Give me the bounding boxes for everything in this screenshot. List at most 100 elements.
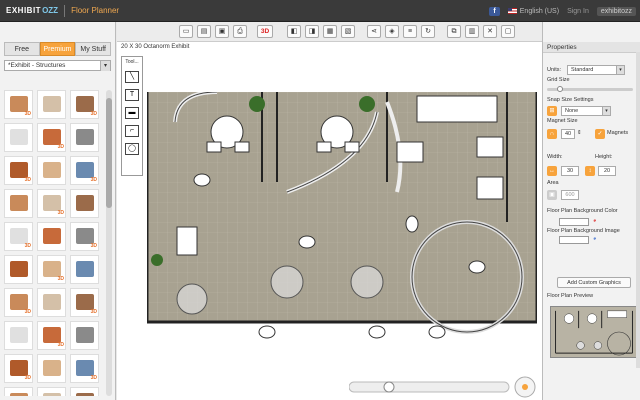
open-file-icon[interactable]: ▤ <box>197 25 211 38</box>
send-back-icon[interactable]: ◨ <box>305 25 319 38</box>
library-item-thumbnail[interactable]: 3D <box>37 255 66 284</box>
magnets-toggle[interactable]: ✓ <box>595 129 605 139</box>
library-item-thumbnail[interactable] <box>70 255 99 284</box>
library-item-thumbnail[interactable] <box>70 189 99 218</box>
library-item-thumbnail[interactable] <box>37 90 66 119</box>
library-item-thumbnail[interactable]: 3D <box>4 354 33 383</box>
library-item-thumbnail[interactable] <box>37 288 66 317</box>
library-item-thumbnail[interactable]: 3D <box>4 288 33 317</box>
grid-size-knob[interactable] <box>557 86 563 92</box>
floor-plan[interactable] <box>147 92 537 342</box>
library-item-thumbnail[interactable] <box>70 123 99 152</box>
circle-tool-icon[interactable]: ◯ <box>125 143 139 155</box>
library-item-thumbnail[interactable] <box>4 189 33 218</box>
library-item-thumbnail[interactable]: 3D <box>70 288 99 317</box>
new-file-icon[interactable]: ▭ <box>179 25 193 38</box>
brand-logo[interactable]: EXHIBIT OZZ Floor Planner <box>0 0 119 22</box>
delete-icon[interactable]: ✕ <box>483 25 497 38</box>
library-item-thumbnail[interactable]: 3D <box>70 156 99 185</box>
library-item-thumbnail[interactable] <box>37 222 66 251</box>
library-item-thumbnail[interactable]: 3D <box>4 90 33 119</box>
main-toolbar: ▭ ▤ ▣ ⎙ 3D ◧ ◨ ▦ ▧ ⋖ ◈ ≡ ↻ ⧉ ▥ ✕ ▢ <box>117 22 542 42</box>
bring-front-icon[interactable]: ◧ <box>287 25 301 38</box>
magnet-icon[interactable]: ∩ <box>547 129 557 139</box>
library-item-thumbnail[interactable] <box>4 255 33 284</box>
library-item-thumbnail[interactable]: 3D <box>4 222 33 251</box>
item-preview-shape <box>10 162 28 178</box>
image-picker-icon[interactable]: ◕ <box>593 236 596 242</box>
layers-icon[interactable]: ◈ <box>385 25 399 38</box>
tab-premium[interactable]: Premium <box>39 42 76 56</box>
library-scroll-thumb[interactable] <box>106 98 112 208</box>
item-preview-shape <box>43 327 61 343</box>
lock-icon[interactable]: ▢ <box>501 25 515 38</box>
library-item-thumbnail[interactable] <box>37 354 66 383</box>
snap-dropdown[interactable]: None ▾ <box>561 106 611 116</box>
app-name: Floor Planner <box>71 6 120 15</box>
magnet-stepper-icon[interactable]: ⇕ <box>577 130 582 136</box>
print-icon[interactable]: ⎙ <box>233 25 247 38</box>
bg-image-field[interactable] <box>559 236 589 244</box>
library-item-thumbnail[interactable] <box>70 387 99 396</box>
facebook-button[interactable]: f <box>489 6 500 16</box>
add-custom-graphics-button[interactable]: Add Custom Graphics <box>557 277 631 288</box>
library-item-thumbnail[interactable] <box>4 321 33 350</box>
3d-badge: 3D <box>90 111 97 117</box>
library-item-thumbnail[interactable]: 3D <box>37 387 66 396</box>
snap-value: None <box>565 108 579 114</box>
tab-my-stuff[interactable]: My Stuff <box>75 42 112 56</box>
properties-heading: Properties <box>543 42 640 53</box>
magnet-size-label: Magnet Size <box>547 118 578 124</box>
room-tool-icon[interactable]: ⌐ <box>125 125 139 137</box>
height-input[interactable]: 20 <box>598 166 616 176</box>
floor-plan-preview[interactable] <box>550 306 638 358</box>
ungroup-icon[interactable]: ▧ <box>341 25 355 38</box>
copy-icon[interactable]: ⧉ <box>447 25 461 38</box>
3d-badge: 3D <box>24 111 31 117</box>
library-item-thumbnail[interactable]: 3D <box>37 123 66 152</box>
library-scrollbar[interactable] <box>106 90 112 396</box>
library-item-thumbnail[interactable]: 3D <box>4 156 33 185</box>
3d-view-button[interactable]: 3D <box>257 25 273 38</box>
sign-in-link[interactable]: Sign In <box>567 8 589 15</box>
share-icon[interactable]: ⋖ <box>367 25 381 38</box>
tab-free[interactable]: Free <box>4 42 40 56</box>
properties-scrollbar[interactable] <box>636 52 640 368</box>
snap-toggle-icon[interactable]: ⊞ <box>547 106 557 116</box>
design-canvas[interactable]: 20 X 30 Octanorm Exhibit Tool... ╲ T ▬ ⌐… <box>117 42 542 400</box>
line-tool-icon[interactable]: ▬ <box>125 107 139 119</box>
zoom-track[interactable] <box>349 381 510 393</box>
library-item-thumbnail[interactable]: 3D <box>37 321 66 350</box>
group-icon[interactable]: ▦ <box>323 25 337 38</box>
paste-icon[interactable]: ▥ <box>465 25 479 38</box>
save-icon[interactable]: ▣ <box>215 25 229 38</box>
language-selector[interactable]: English (US) <box>507 8 559 15</box>
list-icon[interactable]: ≡ <box>403 25 417 38</box>
3d-badge: 3D <box>57 144 64 150</box>
text-tool-icon[interactable]: T <box>125 89 139 101</box>
category-dropdown[interactable]: *Exhibit - Structures ▾ <box>4 60 111 71</box>
library-item-thumbnail[interactable] <box>4 123 33 152</box>
brand-ozz: OZZ <box>42 6 59 15</box>
width-input[interactable]: 30 <box>561 166 579 176</box>
chevron-down-icon: ▾ <box>100 61 110 71</box>
library-item-thumbnail[interactable]: 3D <box>70 354 99 383</box>
library-item-thumbnail[interactable] <box>37 156 66 185</box>
item-preview-shape <box>43 195 61 211</box>
units-dropdown[interactable]: Standard ▾ <box>567 65 625 75</box>
library-item-thumbnail[interactable]: 3D <box>37 189 66 218</box>
zoom-knob[interactable] <box>383 381 395 393</box>
bg-color-swatch[interactable] <box>559 218 589 226</box>
color-picker-icon[interactable]: ◕ <box>593 218 596 224</box>
item-preview-shape <box>10 129 28 145</box>
library-item-thumbnail[interactable] <box>4 387 33 396</box>
pan-center-icon[interactable] <box>522 384 528 390</box>
library-item-thumbnail[interactable]: 3D <box>70 222 99 251</box>
library-item-thumbnail[interactable]: 3D <box>70 90 99 119</box>
library-tabs: Free Premium My Stuff <box>4 42 112 56</box>
zoom-control[interactable] <box>349 376 539 398</box>
library-item-thumbnail[interactable] <box>70 321 99 350</box>
magnet-size-input[interactable]: 40 <box>561 129 575 139</box>
rotate-icon[interactable]: ↻ <box>421 25 435 38</box>
wall-tool-icon[interactable]: ╲ <box>125 71 139 83</box>
